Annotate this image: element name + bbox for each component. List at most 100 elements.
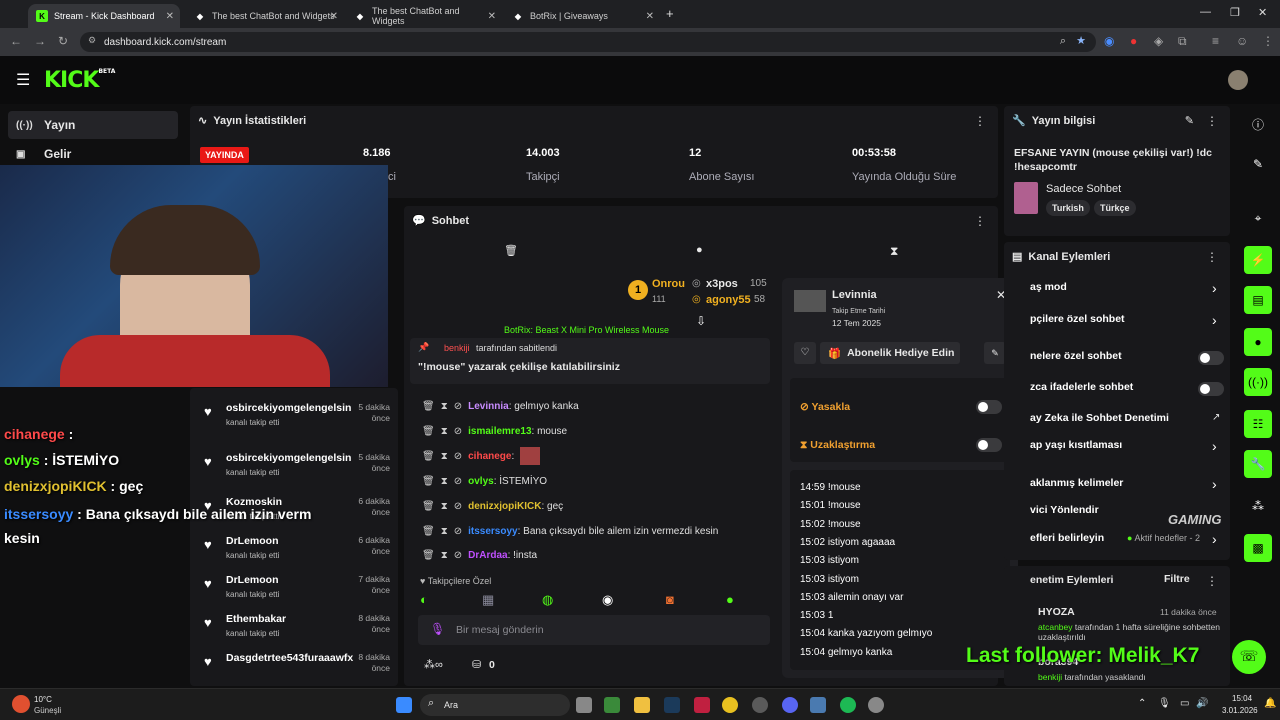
- ban-icon[interactable]: ⊘: [454, 426, 462, 437]
- flash-icon[interactable]: ⚡: [1244, 246, 1272, 274]
- channel-action-label[interactable]: zca ifadelerle sohbet: [1030, 381, 1133, 393]
- app-icon[interactable]: [694, 697, 710, 713]
- mod-log-user[interactable]: HYOZA: [1038, 606, 1075, 618]
- emote-icon[interactable]: ●: [726, 592, 734, 607]
- chat-bubble-icon[interactable]: ●: [696, 244, 703, 256]
- mic-icon[interactable]: 🎙: [1158, 698, 1171, 709]
- plugin-icon[interactable]: ▩: [1244, 534, 1272, 562]
- mod-log-actor[interactable]: benkiji: [1038, 672, 1062, 682]
- channel-action-label[interactable]: aklanmış kelimeler: [1030, 477, 1123, 489]
- timeout-hourglass-icon[interactable]: ⧗: [441, 401, 448, 412]
- delete-message-icon[interactable]: 🗑: [422, 401, 435, 412]
- close-tab-icon[interactable]: ✕: [488, 11, 496, 22]
- sidebar-item-gelir[interactable]: ▣ Gelir: [8, 140, 178, 168]
- emote-icon[interactable]: ◐: [420, 592, 428, 607]
- info-icon[interactable]: ⓘ: [1244, 110, 1272, 138]
- address-bar[interactable]: ⚙ dashboard.kick.com/stream ⌕ ★: [80, 32, 1096, 52]
- external-link-icon[interactable]: ↗: [1212, 412, 1220, 423]
- chat-username[interactable]: itssersoyy: [468, 526, 517, 537]
- broadcast-icon[interactable]: ((·)): [1244, 368, 1272, 396]
- close-window-icon[interactable]: ✕: [1258, 6, 1267, 19]
- notification-icon[interactable]: 🔔: [1264, 698, 1276, 709]
- tab-kick-dashboard[interactable]: K Stream - Kick Dashboard ✕: [28, 4, 180, 28]
- chat-icon[interactable]: ●: [1244, 328, 1272, 356]
- gift-icon[interactable]: ⛁: [472, 658, 481, 671]
- channel-action-label[interactable]: aş mod: [1030, 281, 1067, 293]
- follower-row[interactable]: ♥ DrLemoon kanalı takip etti 6 dakika ön…: [200, 533, 390, 571]
- channel-action-label[interactable]: ap yaşı kısıtlaması: [1030, 439, 1122, 451]
- chevron-right-icon[interactable]: ›: [1212, 476, 1217, 492]
- taskbar-search[interactable]: ⌕ Ara: [420, 694, 570, 716]
- site-info-icon[interactable]: ⚙: [88, 35, 96, 46]
- delete-message-icon[interactable]: 🗑: [422, 451, 435, 462]
- extension-icon[interactable]: ◈: [1154, 34, 1163, 48]
- trash-icon[interactable]: 🗑: [504, 244, 518, 257]
- timeout-toggle[interactable]: [976, 438, 1002, 452]
- minecraft-icon[interactable]: [604, 697, 620, 713]
- more-options-icon[interactable]: ⋮: [1206, 250, 1218, 264]
- channel-action-label[interactable]: vici Yönlendir: [1030, 504, 1099, 516]
- chevron-right-icon[interactable]: ›: [1212, 312, 1217, 328]
- chat-username[interactable]: denizxjopiKICK: [468, 501, 541, 512]
- leaderboard-name[interactable]: x3pos: [706, 278, 738, 290]
- clock-time[interactable]: 15:04: [1232, 694, 1252, 703]
- chat-username[interactable]: DrArdaa: [468, 550, 507, 561]
- more-options-icon[interactable]: ⋮: [974, 114, 986, 128]
- scroll-down-icon[interactable]: ⇩: [696, 314, 706, 328]
- follower-row[interactable]: ♥ osbircekiyomgelengelsin kanalı takip e…: [200, 400, 390, 438]
- follower-name[interactable]: osbircekiyomgelengelsin: [226, 452, 351, 464]
- extension-icon[interactable]: ◉: [1104, 34, 1114, 48]
- tag-turkish[interactable]: Turkish: [1046, 200, 1090, 216]
- channel-action-label[interactable]: ay Zeka ile Sohbet Denetimi: [1030, 412, 1169, 424]
- ban-icon[interactable]: ⊘: [454, 550, 462, 561]
- task-view-icon[interactable]: [576, 697, 592, 713]
- leaderboard-name[interactable]: agony55: [706, 294, 751, 306]
- mute-icon[interactable]: ✎: [984, 342, 1006, 364]
- category-name[interactable]: Sadece Sohbet: [1046, 183, 1121, 195]
- timeout-hourglass-icon[interactable]: ⧗: [441, 501, 448, 512]
- back-icon[interactable]: ←: [10, 34, 22, 48]
- channel-action-label[interactable]: pçilere özel sohbet: [1030, 313, 1125, 325]
- follower-name[interactable]: DrLemoon: [226, 535, 279, 547]
- emote-icon[interactable]: ◙: [666, 592, 674, 607]
- volume-icon[interactable]: 🔊: [1196, 698, 1208, 709]
- minimize-icon[interactable]: —: [1200, 6, 1211, 18]
- settings-icon[interactable]: [868, 697, 884, 713]
- pinned-by-user[interactable]: benkiji: [444, 343, 470, 353]
- delete-message-icon[interactable]: 🗑: [422, 476, 435, 487]
- leaderboard-name[interactable]: Onrou: [652, 278, 685, 290]
- follower-row[interactable]: ♥ osbircekiyomgelengelsin kanalı takip e…: [200, 450, 390, 488]
- extension-icon[interactable]: ●: [1130, 34, 1137, 48]
- menu-icon[interactable]: ≡: [1212, 34, 1219, 48]
- profile-icon[interactable]: ☺: [1236, 34, 1248, 48]
- ban-toggle[interactable]: [976, 400, 1002, 414]
- delete-message-icon[interactable]: 🗑: [422, 501, 435, 512]
- ban-icon[interactable]: ⊘: [454, 501, 462, 512]
- more-options-icon[interactable]: ⋮: [1206, 114, 1218, 128]
- timeout-hourglass-icon[interactable]: ⧗: [441, 451, 448, 462]
- close-tab-icon[interactable]: ✕: [646, 11, 654, 22]
- network-icon[interactable]: ▭: [1180, 698, 1189, 709]
- ban-icon[interactable]: ⊘: [454, 476, 462, 487]
- chat-username[interactable]: Levinnia: [468, 401, 509, 412]
- channel-action-label[interactable]: efleri belirleyin: [1030, 532, 1104, 544]
- chat-username[interactable]: ovlys: [468, 476, 494, 487]
- tab-chatbot-2[interactable]: ◆ The best ChatBot and Widgets ✕: [346, 4, 502, 28]
- wrench-icon[interactable]: 🔧: [1244, 450, 1272, 478]
- more-options-icon[interactable]: ⋮: [974, 214, 986, 228]
- ban-icon[interactable]: ⊘: [454, 526, 462, 537]
- maximize-icon[interactable]: ❐: [1230, 6, 1240, 19]
- kick-logo[interactable]: KICKBETA: [44, 68, 115, 93]
- channel-action-label[interactable]: nelere özel sohbet: [1030, 350, 1122, 362]
- forward-icon[interactable]: →: [34, 34, 46, 48]
- new-tab-icon[interactable]: +: [666, 6, 674, 21]
- sidebar-item-yayin[interactable]: ((·)) Yayın: [8, 111, 178, 139]
- timeout-hourglass-icon[interactable]: ⧗: [441, 476, 448, 487]
- chat-input[interactable]: 🎙 Bir mesaj gönderin: [418, 615, 770, 645]
- discord-icon[interactable]: [782, 697, 798, 713]
- app-icon[interactable]: [810, 697, 826, 713]
- chrome-icon[interactable]: [722, 697, 738, 713]
- list-icon[interactable]: ☷: [1244, 410, 1272, 438]
- user-card-name[interactable]: Levinnia: [832, 289, 877, 301]
- chevron-right-icon[interactable]: ›: [1212, 438, 1217, 454]
